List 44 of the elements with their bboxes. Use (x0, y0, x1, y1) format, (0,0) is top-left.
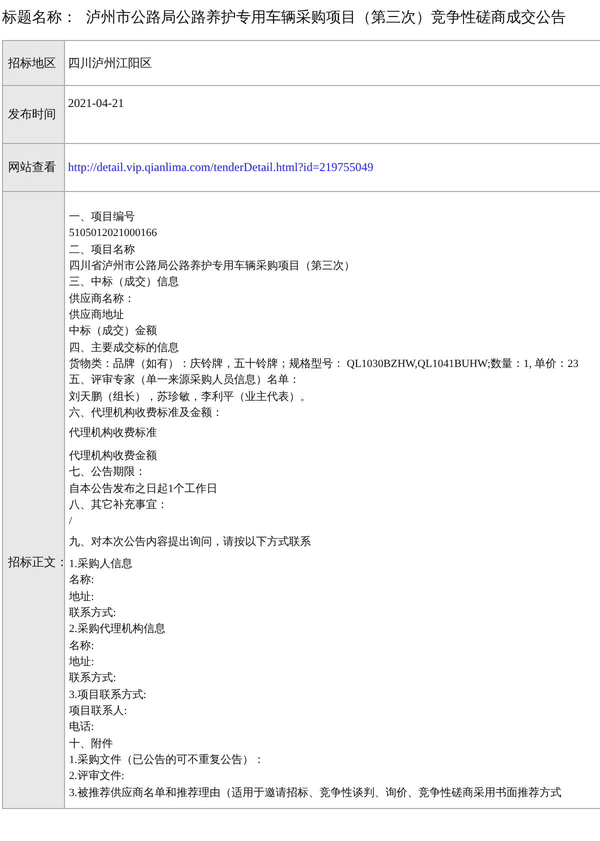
body-text-line: 联系方式: (69, 672, 116, 684)
body-text-line: 自本公告发布之日起1个工作日 (69, 482, 218, 494)
body-text-line: 1.采购文件（已公告的可不重复公告）： (69, 754, 264, 766)
body-text-line: 供应商名称： (69, 292, 135, 305)
body-text-line: 六、代理机构收费标准及金额： (69, 407, 223, 420)
body-text-line: 电话: (69, 721, 94, 734)
field-label: 招标正文： (8, 555, 68, 569)
body-text-line: 中标（成交）金额 (69, 325, 157, 338)
field-value: 2021-04-21 (68, 96, 124, 111)
body-text-line: 联系方式: (69, 606, 116, 619)
body-text-line: 九、对本次公告内容提出询问，请按以下方式联系 (69, 536, 311, 548)
body-text-line: 名称: (69, 574, 94, 586)
title-label: 标题名称： (2, 8, 77, 28)
body-text-line: 四川省泸州市公路局公路养护专用车辆采购项目（第三次） (69, 260, 355, 272)
field-label: 网站查看 (8, 159, 56, 176)
field-value: 四川泸州江阳区 (68, 54, 152, 72)
body-text-line: 3.项目联系方式: (69, 688, 146, 701)
body-text-line: 代理机构收费标准 (69, 427, 157, 440)
body-text-line: 四、主要成交标的信息 (69, 342, 179, 354)
body-text-line: 2.采购代理机构信息 (69, 623, 166, 636)
body-text-line: 地址: (69, 656, 94, 668)
detail-link[interactable]: http://detail.vip.qianlima.com/tenderDetail.html?id=219755049 (68, 160, 374, 175)
body-text-line: 3.被推荐供应商名单和推荐理由（适用于邀请招标、竞争性谈判、询价、竞争性磋商采用书面推荐方式 (69, 786, 562, 799)
body-text-line: 1.采购人信息 (69, 558, 132, 570)
body-text-line: 货物类：品牌（如有）：庆铃牌，五十铃牌；规格型号： QL1030BZHW,QL1041BUHW;数量：1, 单价：23 (69, 358, 578, 370)
body-text-line: 一、项目编号 (69, 211, 135, 223)
body-text-line: 2.评审文件: (69, 770, 124, 782)
body-text-line: 5105012021000166 (69, 227, 157, 240)
body-text-line: 供应商地址 (69, 309, 124, 322)
body-text-line: 三、中标（成交）信息 (69, 276, 179, 288)
field-label: 发布时间 (8, 106, 56, 123)
body-text-line: 名称: (69, 640, 94, 652)
body-text-line: 二、项目名称 (69, 244, 135, 256)
body-text-line: 七、公告期限： (69, 466, 146, 478)
body-text-line: 地址: (69, 590, 94, 603)
body-text-line: 代理机构收费金额 (69, 450, 157, 462)
field-label: 招标地区 (8, 54, 56, 72)
body-text-line: 项目联系人: (69, 704, 128, 717)
body-text-line: 五、评审专家（单一来源采购人员信息）名单： (69, 374, 300, 386)
body-text-line: 十、附件 (69, 738, 113, 750)
notice-title: 泸州市公路局公路养护专用车辆采购项目（第三次）竞争性磋商成交公告 (86, 8, 566, 28)
body-text-line: 刘天鹏（组长），苏珍敏，李利平（业主代表）。 (69, 390, 311, 403)
body-text-line: / (69, 515, 72, 528)
body-text-line: 八、其它补充事宜： (69, 498, 168, 511)
